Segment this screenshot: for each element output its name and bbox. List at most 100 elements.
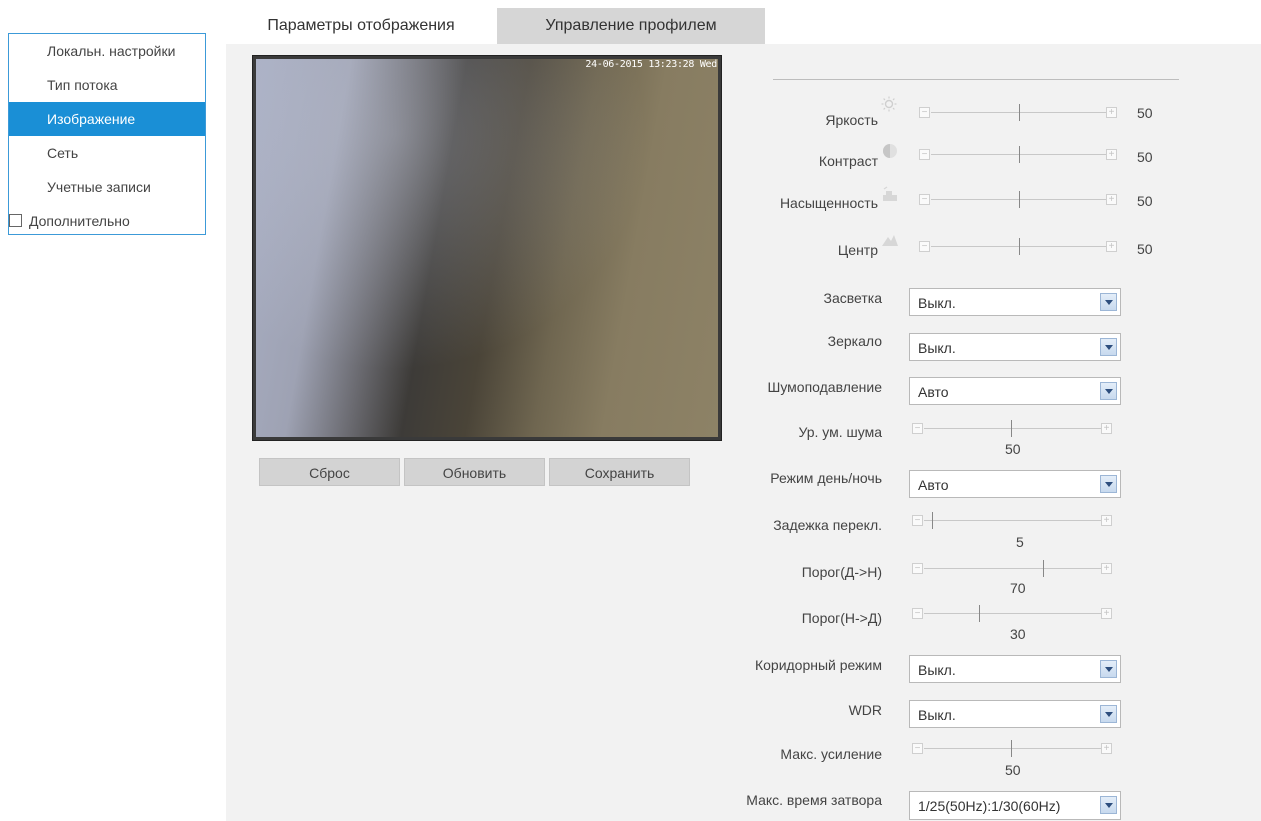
max-gain-increase-button[interactable]: + [1101,743,1112,754]
threshold-day-night-slider[interactable]: − + [912,560,1118,580]
threshold-day-night-increase-button[interactable]: + [1101,563,1112,574]
noise-reduction-select-value: Авто [918,384,949,400]
brightness-slider-handle[interactable] [1019,104,1020,121]
corridor-mode-select-value: Выкл. [918,662,956,678]
switch-delay-decrease-button[interactable]: − [912,515,923,526]
contrast-label: Контраст [818,153,878,169]
advanced-checkbox[interactable] [9,214,22,227]
advanced-label: Дополнительно [29,213,130,229]
noise-level-slider-handle[interactable] [1011,420,1012,437]
switch-delay-slider[interactable]: − + [912,512,1118,532]
chevron-down-icon[interactable] [1100,293,1117,311]
sidebar-item-advanced[interactable]: Дополнительно [9,204,205,238]
threshold-night-day-label: Порог(Н->Д) [801,610,882,626]
brightness-decrease-button[interactable]: − [919,107,930,118]
threshold-night-day-slider[interactable]: − + [912,605,1118,625]
mirror-label: Зеркало [827,333,882,349]
wdr-select[interactable]: Выкл. [909,700,1121,728]
day-night-select[interactable]: Авто [909,470,1121,498]
mirror-select-value: Выкл. [918,340,956,356]
wdr-label: WDR [848,702,882,718]
corridor-mode-select[interactable]: Выкл. [909,655,1121,683]
max-gain-slider-handle[interactable] [1011,740,1012,757]
brightness-value: 50 [1137,105,1153,121]
switch-delay-value: 5 [1016,534,1024,550]
chevron-down-icon[interactable] [1100,382,1117,400]
mirror-select[interactable]: Выкл. [909,333,1121,361]
switch-delay-label: Задежка перекл. [773,517,882,533]
brightness-label: Яркость [825,112,878,128]
max-shutter-select[interactable]: 1/25(50Hz):1/30(60Hz) [909,791,1121,820]
chevron-down-icon[interactable] [1100,475,1117,493]
sidebar-item-stream-type[interactable]: Тип потока [9,68,205,102]
sharpness-slider-handle[interactable] [1019,238,1020,255]
max-gain-label: Макс. усиление [780,746,882,762]
sidebar-menu: Локальн. настройки Тип потока Изображени… [8,33,206,235]
noise-level-label: Ур. ум. шума [798,424,882,440]
sharpness-icon [882,235,898,246]
contrast-decrease-button[interactable]: − [919,149,930,160]
camera-image [256,59,718,437]
sharpness-label: Центр [837,242,878,258]
contrast-value: 50 [1137,149,1153,165]
day-night-select-value: Авто [918,477,949,493]
noise-level-value: 50 [1005,441,1021,457]
saturation-decrease-button[interactable]: − [919,194,930,205]
threshold-day-night-label: Порог(Д->Н) [801,564,882,580]
threshold-night-day-slider-handle[interactable] [979,605,980,622]
switch-delay-increase-button[interactable]: + [1101,515,1112,526]
threshold-day-night-slider-handle[interactable] [1043,560,1044,577]
backlight-select[interactable]: Выкл. [909,288,1121,316]
threshold-night-day-decrease-button[interactable]: − [912,608,923,619]
camera-preview: 24-06-2015 13:23:28 Wed [252,55,722,441]
sharpness-slider[interactable]: − + [919,238,1125,258]
contrast-icon [883,144,897,158]
reset-button[interactable]: Сброс [259,458,400,486]
contrast-slider-handle[interactable] [1019,146,1020,163]
saturation-slider-handle[interactable] [1019,191,1020,208]
max-shutter-label: Макс. время затвора [746,792,882,808]
tab-display-settings[interactable]: Параметры отображения [226,8,496,44]
tab-profile-management[interactable]: Управление профилем [497,8,765,44]
threshold-day-night-decrease-button[interactable]: − [912,563,923,574]
max-shutter-select-value: 1/25(50Hz):1/30(60Hz) [918,798,1061,814]
contrast-increase-button[interactable]: + [1106,149,1117,160]
switch-delay-slider-handle[interactable] [932,512,933,529]
refresh-button[interactable]: Обновить [404,458,545,486]
sharpness-decrease-button[interactable]: − [919,241,930,252]
chevron-down-icon[interactable] [1100,705,1117,723]
saturation-label: Насыщенность [779,195,878,211]
backlight-select-value: Выкл. [918,295,956,311]
chevron-down-icon[interactable] [1100,796,1117,814]
sun-icon [881,96,897,112]
sidebar-item-network[interactable]: Сеть [9,136,205,170]
section-divider [773,79,1179,80]
max-gain-decrease-button[interactable]: − [912,743,923,754]
noise-level-decrease-button[interactable]: − [912,423,923,434]
chevron-down-icon[interactable] [1100,660,1117,678]
sidebar-item-local-settings[interactable]: Локальн. настройки [9,34,205,68]
saturation-slider[interactable]: − + [919,191,1125,211]
backlight-label: Засветка [823,290,882,306]
preview-timestamp: 24-06-2015 13:23:28 Wed [585,59,717,70]
chevron-down-icon[interactable] [1100,338,1117,356]
noise-reduction-label: Шумоподавление [767,379,882,395]
sharpness-value: 50 [1137,241,1153,257]
threshold-night-day-increase-button[interactable]: + [1101,608,1112,619]
contrast-slider[interactable]: − + [919,146,1125,166]
max-gain-value: 50 [1005,762,1021,778]
save-button[interactable]: Сохранить [549,458,690,486]
noise-level-increase-button[interactable]: + [1101,423,1112,434]
saturation-value: 50 [1137,193,1153,209]
sidebar-item-accounts[interactable]: Учетные записи [9,170,205,204]
day-night-label: Режим день/ночь [770,470,882,486]
brightness-slider[interactable]: − + [919,104,1125,124]
sharpness-increase-button[interactable]: + [1106,241,1117,252]
threshold-day-night-value: 70 [1010,580,1026,596]
max-gain-slider[interactable]: − + [912,740,1118,760]
noise-level-slider[interactable]: − + [912,420,1118,440]
noise-reduction-select[interactable]: Авто [909,377,1121,405]
saturation-increase-button[interactable]: + [1106,194,1117,205]
sidebar-item-image[interactable]: Изображение [9,102,205,136]
brightness-increase-button[interactable]: + [1106,107,1117,118]
